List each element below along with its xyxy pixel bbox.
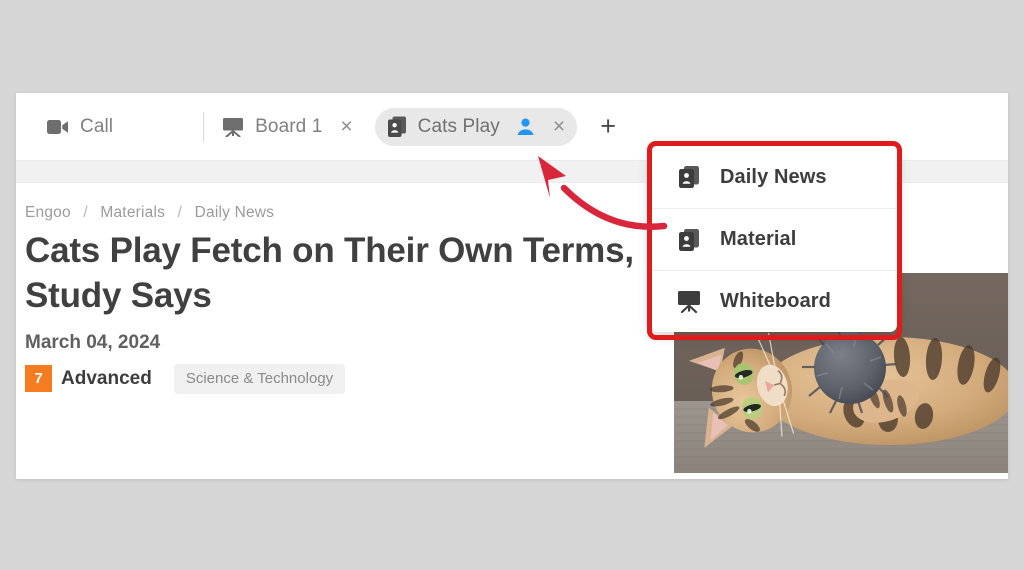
menu-item-daily-news-label: Daily News [720,165,827,188]
menu-item-material[interactable]: Material [651,208,897,270]
tab-board-1-close-icon[interactable]: × [340,116,352,137]
whiteboard-icon [222,117,244,137]
breadcrumb-item-materials[interactable]: Materials [100,204,165,221]
level-label: Advanced [61,367,152,389]
breadcrumb-item-engoo[interactable]: Engoo [25,204,71,221]
material-card-icon [677,228,701,252]
tab-board-1[interactable]: Board 1 × [210,108,365,146]
tab-cats-play-close-icon[interactable]: × [553,116,565,137]
tab-call-label: Call [80,115,114,137]
tab-type-menu: Daily News Material Whiteboard [651,146,897,332]
breadcrumb-separator: / [177,204,183,221]
menu-item-whiteboard[interactable]: Whiteboard [651,270,897,332]
category-tag: Science & Technology [173,363,346,394]
tab-cats-play[interactable]: Cats Play × [374,107,578,146]
tab-call[interactable]: Call [35,108,125,146]
breadcrumb-separator: / [83,204,88,221]
video-camera-icon [47,119,69,135]
material-card-icon [677,165,701,189]
tab-board-1-label: Board 1 [255,115,323,137]
whiteboard-icon [677,290,701,313]
tab-cats-play-label: Cats Play [417,115,500,137]
menu-item-daily-news[interactable]: Daily News [651,146,897,208]
menu-item-material-label: Material [720,228,797,250]
menu-item-whiteboard-label: Whiteboard [720,290,831,312]
tab-divider [203,111,205,142]
page-title: Cats Play Fetch on Their Own Terms, Stud… [25,231,634,315]
plus-icon: + [600,111,617,141]
person-icon [516,117,535,136]
level-badge: 7 [25,365,52,393]
add-tab-button[interactable]: + [591,110,625,144]
breadcrumb-item-daily-news[interactable]: Daily News [195,204,275,221]
material-card-icon [387,116,407,138]
